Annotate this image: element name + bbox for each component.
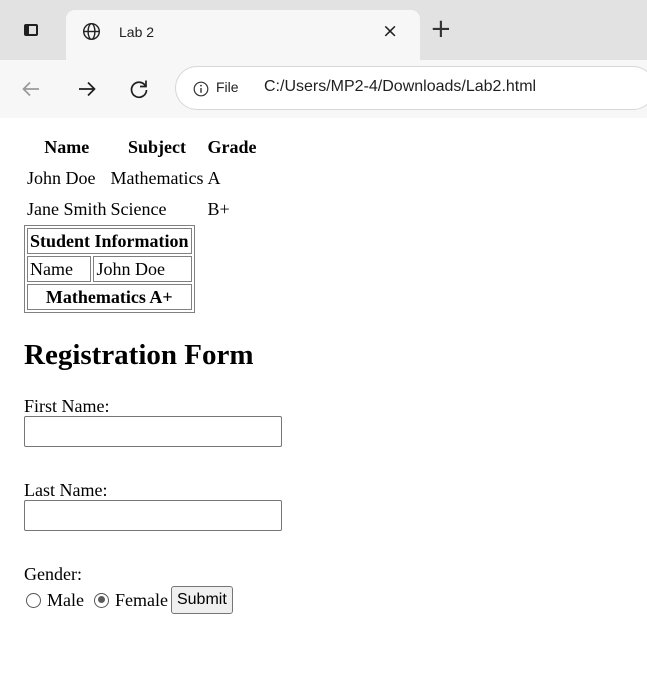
male-radio[interactable] xyxy=(26,592,41,608)
page-content: Name Subject Grade John Doe Mathematics … xyxy=(24,131,282,615)
table-row: Jane Smith Science B+ xyxy=(26,195,257,224)
address-bar[interactable]: File C:/Users/MP2-4/Downloads/Lab2.html xyxy=(175,66,647,110)
female-label: Female xyxy=(114,589,168,610)
first-name-label: First Name: xyxy=(24,396,110,416)
name-label-cell: Name xyxy=(27,256,92,282)
close-icon[interactable]: × xyxy=(382,19,398,43)
info-icon[interactable] xyxy=(193,81,209,97)
table-cell: Jane Smith xyxy=(27,199,107,219)
female-radio[interactable] xyxy=(93,592,109,608)
student-info-table: Student Information Name John Doe Mathem… xyxy=(24,225,195,313)
table-cell: Mathematics xyxy=(110,168,204,188)
last-name-label: Last Name: xyxy=(24,480,108,500)
url-text[interactable]: C:/Users/MP2-4/Downloads/Lab2.html xyxy=(264,78,536,96)
table-cell: A xyxy=(207,168,221,188)
form-title: Registration Form xyxy=(24,339,254,371)
table-cell: John Doe xyxy=(27,168,96,188)
browser-toolbar: File C:/Users/MP2-4/Downloads/Lab2.html xyxy=(0,60,647,118)
tab-lab2[interactable]: Lab 2 × xyxy=(66,10,420,60)
first-name-input[interactable] xyxy=(24,416,282,447)
name-value-cell: John Doe xyxy=(93,256,192,282)
page-viewport: Name Subject Grade John Doe Mathematics … xyxy=(10,118,647,692)
table-header-row: Name Subject Grade xyxy=(26,133,257,162)
globe-icon xyxy=(82,22,101,41)
column-header: Subject xyxy=(127,137,186,157)
window-icon[interactable] xyxy=(24,24,38,36)
table-cell: B+ xyxy=(207,199,230,219)
table-row: John Doe Mathematics A xyxy=(26,164,257,193)
forward-icon[interactable] xyxy=(76,78,98,100)
student-info-header: Student Information xyxy=(27,228,192,254)
reload-icon[interactable] xyxy=(128,78,150,100)
last-name-input[interactable] xyxy=(24,500,282,531)
grades-table: Name Subject Grade John Doe Mathematics … xyxy=(24,131,259,226)
back-icon[interactable] xyxy=(20,78,42,100)
column-header: Grade xyxy=(207,137,257,157)
subject-grade-header: Mathematics A+ xyxy=(27,284,192,310)
submit-button[interactable]: Submit xyxy=(170,586,233,614)
gender-label: Gender: xyxy=(24,564,82,584)
male-label: Male xyxy=(47,589,84,610)
tab-strip: Lab 2 × + xyxy=(0,0,647,60)
gender-options: Male Female Submit xyxy=(24,585,282,615)
column-header: Name xyxy=(44,137,90,157)
file-label: File xyxy=(216,79,239,95)
new-tab-icon[interactable]: + xyxy=(430,16,452,42)
tab-title: Lab 2 xyxy=(119,24,155,40)
table-cell: Science xyxy=(110,199,167,219)
